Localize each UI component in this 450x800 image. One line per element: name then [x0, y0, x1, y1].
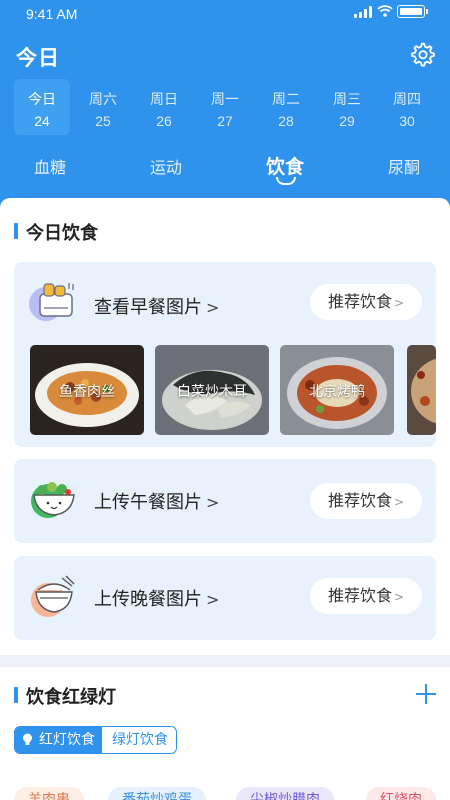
chevron-right-icon: >	[393, 590, 405, 604]
signal-icon	[354, 6, 374, 18]
diet-traffic-light-section: 饮食红绿灯 红灯饮食 绿灯饮食 羊肉串 番茄炒鸡蛋 尖椒炒腊肉 红烧肉	[0, 667, 450, 800]
recommend-button[interactable]: 推荐饮食 >	[310, 483, 422, 519]
upload-dinner-link[interactable]: 上传晚餐图片 >	[94, 585, 219, 611]
food-chip[interactable]: 羊肉串	[14, 787, 84, 800]
today-diet-section: 今日饮食 查看早餐图片 > 推荐饮食 > 鱼香肉丝 白菜炒木耳 北京烤鸭 上传午…	[0, 198, 450, 655]
day-item[interactable]: 今日 24	[14, 79, 70, 135]
chevron-right-icon: >	[206, 493, 220, 512]
recommend-label: 推荐饮食	[327, 292, 392, 311]
recommend-button[interactable]: 推荐饮食 >	[310, 284, 422, 320]
page-title: 今日	[16, 46, 60, 70]
chevron-right-icon: >	[206, 298, 220, 317]
chevron-right-icon: >	[393, 296, 405, 310]
day-item[interactable]: 周一 27	[197, 79, 253, 135]
recommend-label: 推荐饮食	[327, 491, 392, 510]
day-item[interactable]: 周四 30	[379, 79, 435, 135]
gear-icon[interactable]	[408, 40, 436, 68]
breakfast-photos: 鱼香肉丝 白菜炒木耳 北京烤鸭	[30, 345, 436, 435]
salad-bowl-icon	[31, 482, 75, 518]
dinner-card: 上传晚餐图片 > 推荐饮食 >	[14, 556, 436, 640]
light-toggle: 红灯饮食 绿灯饮食	[14, 726, 177, 754]
food-chip[interactable]: 尖椒炒腊肉	[236, 787, 334, 800]
tab-exercise[interactable]: 运动	[150, 154, 182, 178]
add-icon[interactable]	[416, 684, 436, 704]
food-caption: 白菜炒木耳	[177, 384, 247, 400]
red-light-label: 红灯饮食	[39, 732, 95, 748]
week-selector: 今日 24 周六 25 周日 26 周一 27 周二 28 周三 29 周四 30	[14, 79, 444, 135]
day-weekday: 周二	[272, 92, 300, 108]
food-photo[interactable]: 北京烤鸭	[280, 345, 394, 435]
chevron-right-icon: >	[206, 590, 220, 609]
tab-diet[interactable]: 饮食	[266, 152, 304, 179]
section-accent-bar	[14, 223, 18, 239]
day-date: 24	[34, 113, 50, 129]
tab-urine-ketone[interactable]: 尿酮	[388, 154, 420, 178]
food-caption: 北京烤鸭	[309, 384, 365, 400]
category-tabs: 血糖 运动 饮食 尿酮	[0, 150, 450, 190]
day-weekday: 周日	[150, 92, 178, 108]
section-divider	[0, 655, 450, 667]
chevron-right-icon: >	[393, 495, 405, 509]
red-light-tab[interactable]: 红灯饮食	[15, 727, 102, 753]
day-date: 28	[278, 113, 294, 129]
day-weekday: 今日	[28, 92, 56, 108]
rice-bowl-icon	[31, 575, 75, 617]
lunch-card: 上传午餐图片 > 推荐饮食 >	[14, 459, 436, 543]
battery-icon	[397, 5, 428, 18]
section-accent-bar	[14, 687, 18, 703]
day-item[interactable]: 周六 25	[75, 79, 131, 135]
view-breakfast-link[interactable]: 查看早餐图片 >	[94, 293, 219, 319]
tab-blood-glucose[interactable]: 血糖	[34, 154, 66, 178]
status-bar: 9:41 AM	[0, 0, 450, 28]
day-date: 29	[339, 113, 355, 129]
lightbulb-icon	[23, 733, 32, 745]
breakfast-card: 查看早餐图片 > 推荐饮食 > 鱼香肉丝 白菜炒木耳 北京烤鸭	[14, 262, 436, 447]
day-weekday: 周一	[211, 92, 239, 108]
upload-lunch-link[interactable]: 上传午餐图片 >	[94, 488, 219, 514]
meal-label-text: 上传晚餐图片	[94, 589, 202, 610]
food-caption: 鱼香肉丝	[59, 384, 115, 400]
day-item[interactable]: 周日 26	[136, 79, 192, 135]
food-photo[interactable]	[407, 345, 436, 435]
day-weekday: 周三	[333, 92, 361, 108]
day-weekday: 周六	[89, 92, 117, 108]
day-date: 27	[217, 113, 233, 129]
day-weekday: 周四	[393, 92, 421, 108]
day-item[interactable]: 周二 28	[258, 79, 314, 135]
food-photo[interactable]: 白菜炒木耳	[155, 345, 269, 435]
status-time: 9:41 AM	[26, 6, 78, 22]
recommend-label: 推荐饮食	[327, 586, 392, 605]
recommend-button[interactable]: 推荐饮食 >	[310, 578, 422, 614]
day-date: 30	[399, 113, 415, 129]
section-title: 饮食红绿灯	[26, 687, 116, 708]
meal-label-text: 查看早餐图片	[94, 297, 202, 318]
day-date: 26	[156, 113, 172, 129]
section-title: 今日饮食	[26, 223, 98, 244]
day-date: 25	[95, 113, 111, 129]
food-image	[407, 345, 436, 435]
toaster-icon	[29, 283, 74, 321]
food-chip[interactable]: 番茄炒鸡蛋	[108, 787, 206, 800]
food-photo[interactable]: 鱼香肉丝	[30, 345, 144, 435]
wifi-icon	[377, 5, 393, 17]
day-item[interactable]: 周三 29	[319, 79, 375, 135]
food-chip[interactable]: 红烧肉	[366, 787, 436, 800]
green-light-tab[interactable]: 绿灯饮食	[102, 727, 176, 753]
meal-label-text: 上传午餐图片	[94, 492, 202, 513]
